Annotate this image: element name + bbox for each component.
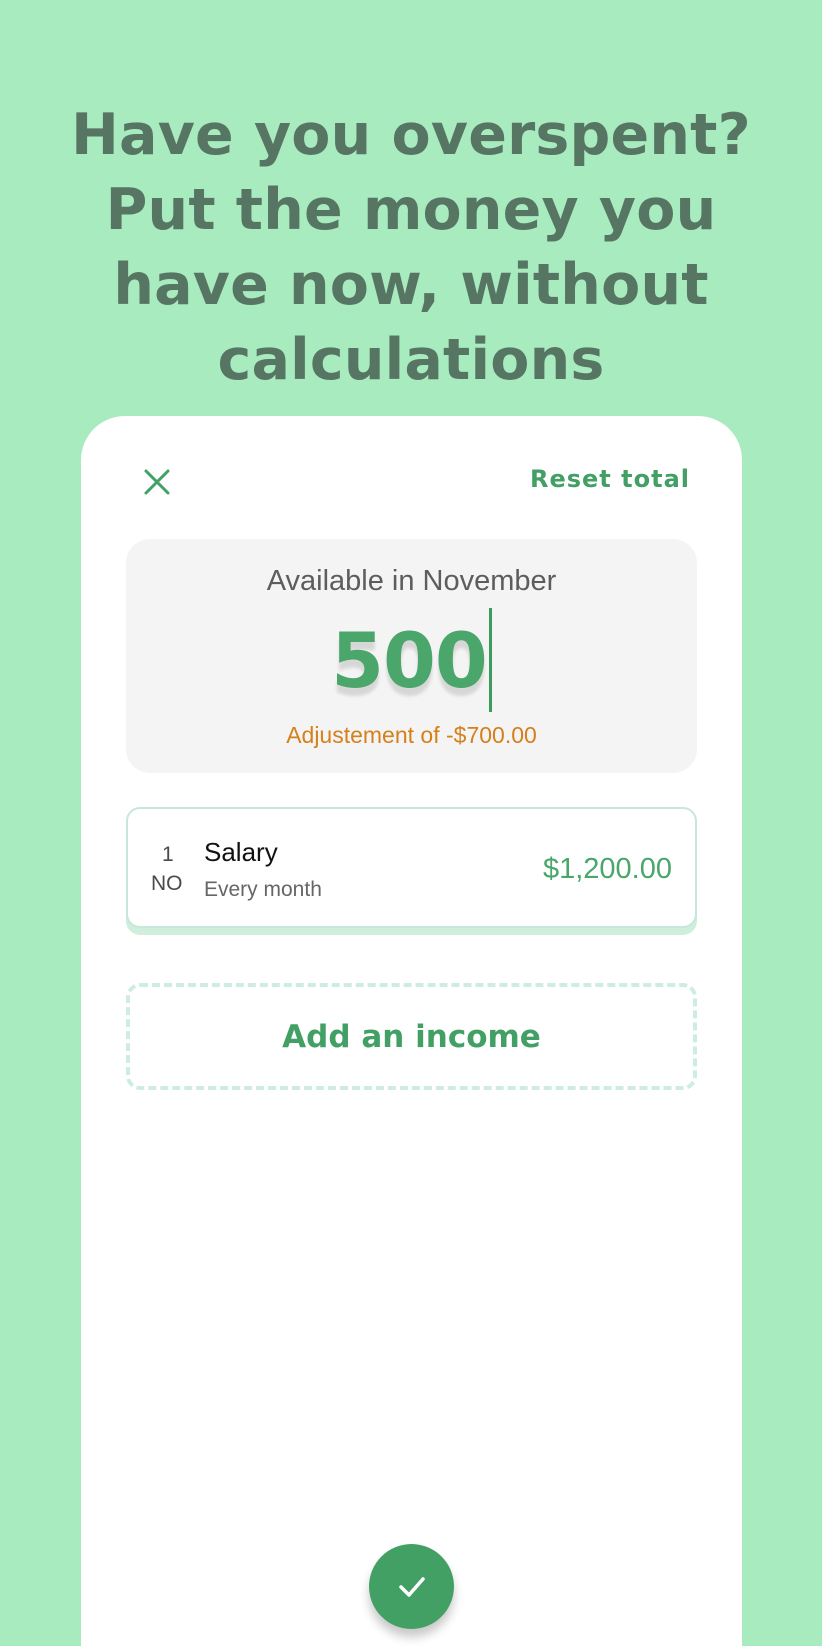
income-name: Salary bbox=[204, 837, 278, 867]
available-balance-panel: Available in November 500 Adjustement of… bbox=[126, 539, 697, 773]
amount-value: 500 bbox=[331, 615, 488, 705]
income-row[interactable]: 1 NO Salary Every month $1,200.00 bbox=[126, 807, 697, 928]
close-icon bbox=[144, 469, 170, 495]
add-income-button[interactable]: Add an income bbox=[126, 983, 697, 1090]
text-caret bbox=[488, 608, 492, 712]
page: Have you overspent? Put the money you ha… bbox=[0, 0, 822, 1646]
income-amount: $1,200.00 bbox=[542, 853, 672, 885]
check-icon bbox=[398, 1576, 425, 1597]
income-month: NO bbox=[151, 872, 183, 895]
income-day: 1 bbox=[162, 843, 174, 866]
onboarding-headline: Have you overspent? Put the money you ha… bbox=[71, 102, 751, 393]
income-adjustment-card: Reset total Available in November 500 Ad… bbox=[81, 416, 742, 1646]
available-balance-title: Available in November bbox=[266, 565, 557, 597]
adjustment-text: Adjustement of -$700.00 bbox=[286, 722, 537, 748]
amount-input[interactable]: 500 bbox=[331, 607, 492, 713]
income-frequency: Every month bbox=[204, 878, 322, 901]
reset-total-button[interactable]: Reset total bbox=[530, 465, 690, 493]
close-button[interactable] bbox=[129, 454, 185, 510]
confirm-button[interactable] bbox=[369, 1544, 454, 1629]
amount-field[interactable]: 500 bbox=[126, 605, 697, 715]
